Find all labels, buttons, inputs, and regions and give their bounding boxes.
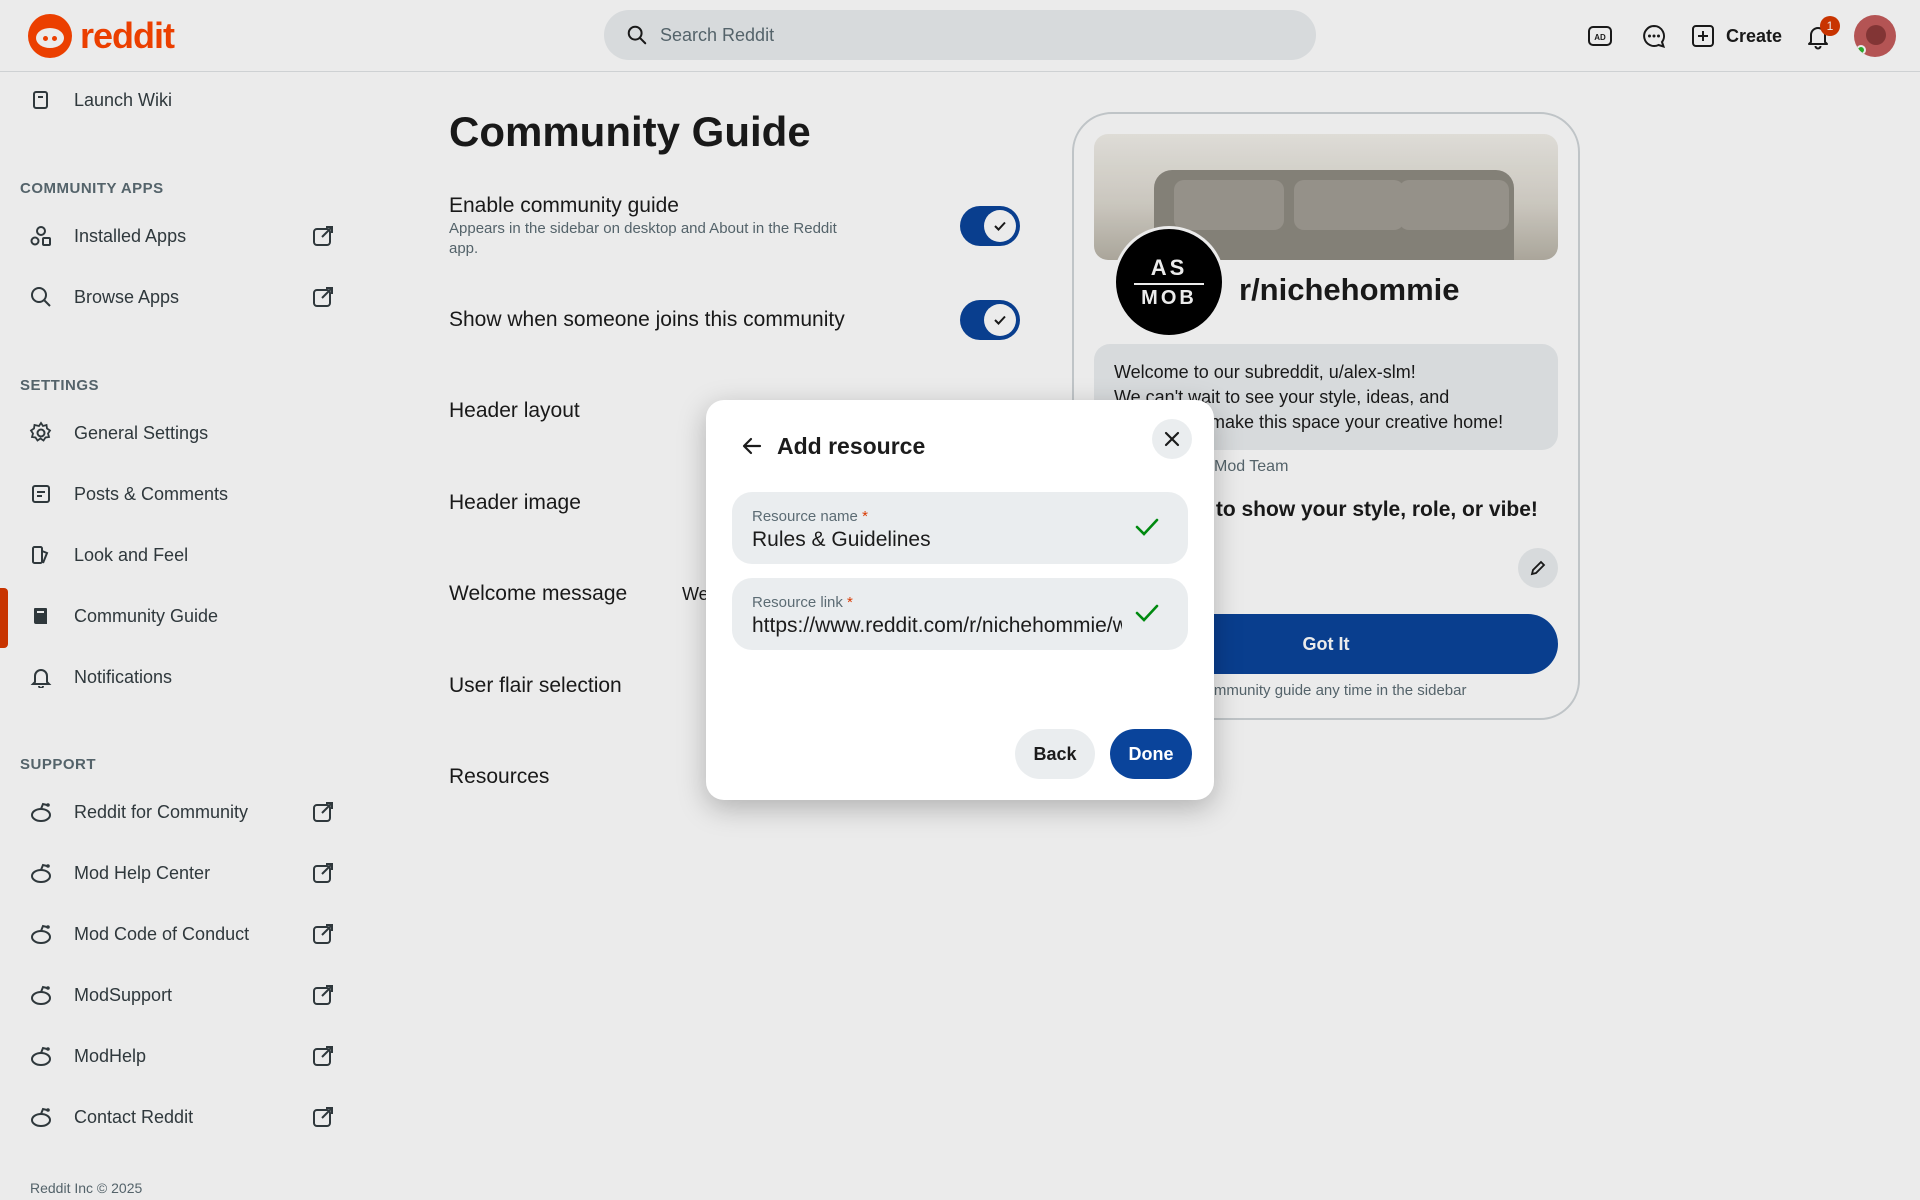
resource-link-field[interactable]: Resource link * [732,578,1188,650]
done-button[interactable]: Done [1110,729,1192,779]
valid-check-icon [1132,512,1162,542]
resource-name-field[interactable]: Resource name * [732,492,1188,564]
required-mark: * [847,594,853,611]
back-button[interactable]: Back [1015,729,1095,779]
valid-check-icon [1132,598,1162,628]
resource-link-input[interactable] [752,614,1122,638]
back-arrow-button[interactable] [732,426,772,466]
resource-link-label: Resource link * [752,594,853,611]
resource-name-label: Resource name * [752,508,868,525]
close-button[interactable] [1152,419,1192,459]
required-mark: * [862,508,868,525]
close-icon [1164,431,1180,447]
resource-name-input[interactable] [752,528,1122,552]
modal-title: Add resource [777,433,926,459]
add-resource-modal: Add resource Resource name * Resource li… [706,400,1214,800]
arrow-left-icon [742,437,762,455]
